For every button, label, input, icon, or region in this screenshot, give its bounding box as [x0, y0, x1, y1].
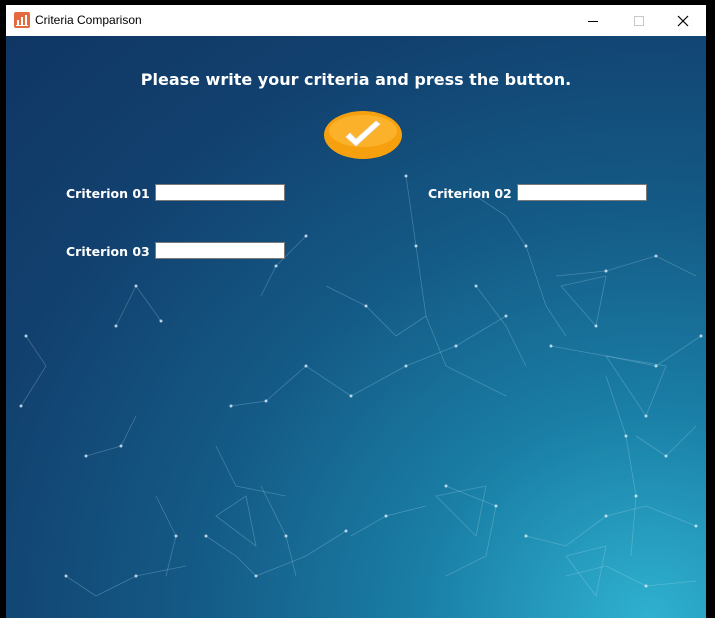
- criterion-03-label: Criterion 03: [66, 244, 150, 259]
- minimize-button[interactable]: [570, 5, 616, 36]
- window-title: Criteria Comparison: [35, 13, 142, 27]
- maximize-button[interactable]: [616, 5, 662, 36]
- submit-button[interactable]: [324, 111, 402, 159]
- app-window: Criteria Comparison Please write your cr…: [6, 5, 706, 618]
- title-bar[interactable]: Criteria Comparison: [6, 5, 706, 36]
- chart-icon: [14, 12, 30, 28]
- maximize-icon: [634, 15, 644, 26]
- minimize-icon: [588, 20, 598, 22]
- criterion-03-input[interactable]: [155, 242, 285, 259]
- checkmark-icon: [324, 111, 402, 159]
- criterion-02-input[interactable]: [517, 184, 647, 201]
- criterion-01-label: Criterion 01: [66, 186, 150, 201]
- close-button[interactable]: [660, 5, 706, 36]
- criterion-02-label: Criterion 02: [428, 186, 512, 201]
- instruction-heading: Please write your criteria and press the…: [140, 70, 572, 89]
- main-panel: Please write your criteria and press the…: [6, 36, 706, 618]
- criterion-01-input[interactable]: [155, 184, 285, 201]
- close-icon: [677, 15, 689, 26]
